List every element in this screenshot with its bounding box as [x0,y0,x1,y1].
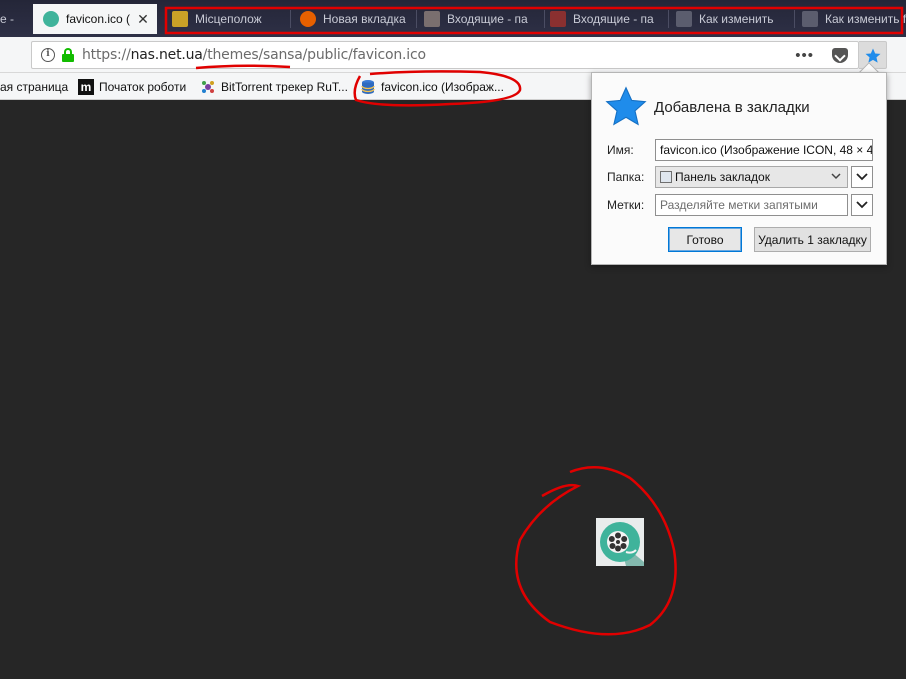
bookmark-label: ая страница [0,80,69,94]
url-path: /themes/sansa/public/favicon.ico [202,47,426,63]
tags-row: Метки: Разделяйте метки запятыми [607,194,873,216]
favicon-image [596,518,644,566]
tab-separator [794,10,795,28]
tab-title: е - [0,12,15,26]
name-row: Имя: favicon.ico (Изображение ICON, 48 ×… [607,139,873,161]
tab-title: Місцеполож [195,12,262,26]
tab-separator [544,10,545,28]
url-scheme: https:// [82,47,131,63]
browser-window: е - favicon.ico ( ✕ Місцеполож Новая вкл… [0,0,906,679]
lock-icon[interactable] [62,48,74,62]
close-icon[interactable]: ✕ [135,11,151,27]
robot-icon [676,11,692,27]
database-icon [360,79,376,95]
bookmark-item[interactable]: m Початок роботи [78,77,186,97]
tab-title: Новая вкладка [323,12,406,26]
info-icon[interactable]: i [41,48,55,62]
firefox-icon [300,11,316,27]
robot-icon [802,11,818,27]
tab-item[interactable]: Новая вкладка [296,4,414,34]
torrent-icon [200,79,216,95]
tab-item[interactable]: Входящие - па [550,4,662,34]
bookmark-label: Початок роботи [99,80,187,94]
star-icon [865,48,881,63]
bookmark-panel-header: Добавлена в закладки [604,85,810,129]
navigation-toolbar: i https://nas.net.ua/themes/sansa/public… [0,37,906,73]
url-bar[interactable]: i https://nas.net.ua/themes/sansa/public… [31,41,859,69]
tab-partial[interactable]: е - [0,4,30,34]
page-actions-icon[interactable]: ••• [795,47,814,64]
chevron-down-icon [831,173,841,180]
folder-value: Панель закладок [675,170,770,184]
tab-title: Входящие - па [573,12,654,26]
chevron-down-icon [856,201,868,209]
tab-item[interactable]: Как изменить f [802,4,906,34]
folder-expand-button[interactable] [851,166,873,188]
done-button[interactable]: Готово [668,227,742,252]
m-logo-icon: m [78,79,94,95]
name-field[interactable]: favicon.ico (Изображение ICON, 48 × 48 [655,139,873,161]
url-text[interactable]: https://nas.net.ua/themes/sansa/public/f… [82,47,426,63]
tab-title: Как изменить [699,12,774,26]
bookmark-panel: Добавлена в закладки Имя: favicon.ico (И… [591,72,887,265]
name-label: Имя: [607,143,634,157]
bookmark-item-favicon[interactable]: favicon.ico (Изображ... [360,77,504,97]
folder-icon [660,171,672,183]
chevron-down-icon [856,173,868,181]
bookmark-star-button[interactable] [859,41,887,69]
folder-label: Папка: [607,170,645,184]
tags-label: Метки: [607,198,645,212]
mail-icon [424,11,440,27]
tab-item[interactable]: Входящие - па [422,4,542,34]
bookmark-panel-title: Добавлена в закладки [654,98,810,116]
mail-icon [550,11,566,27]
tab-item[interactable]: Місцеполож [168,4,288,34]
tab-active[interactable]: favicon.ico ( ✕ [33,4,157,34]
map-icon [172,11,188,27]
tab-separator [416,10,417,28]
bookmark-label: favicon.ico (Изображ... [381,80,504,94]
tab-separator [668,10,669,28]
film-reel-icon [43,11,59,27]
film-reel-icon [600,522,644,566]
tags-field[interactable]: Разделяйте метки запятыми [655,194,848,216]
tags-expand-button[interactable] [851,194,873,216]
folder-row: Папка: Панель закладок [607,166,873,188]
bookmark-label: BitTorrent трекер RuT... [221,80,348,94]
tab-title: Как изменить f [825,12,906,26]
url-host: nas.net.ua [130,47,203,63]
tab-separator [290,10,291,28]
star-icon [605,86,647,126]
tab-item[interactable]: Как изменить [676,4,784,34]
tab-strip: е - favicon.ico ( ✕ Місцеполож Новая вкл… [0,0,906,37]
tab-title: favicon.ico ( [66,12,131,26]
folder-select[interactable]: Панель закладок [655,166,848,188]
remove-bookmark-button[interactable]: Удалить 1 закладку [754,227,871,252]
bookmark-item[interactable]: BitTorrent трекер RuT... [200,77,348,97]
bookmark-item[interactable]: ая страница [0,77,68,97]
pocket-icon[interactable] [832,48,848,63]
tab-title: Входящие - па [447,12,528,26]
